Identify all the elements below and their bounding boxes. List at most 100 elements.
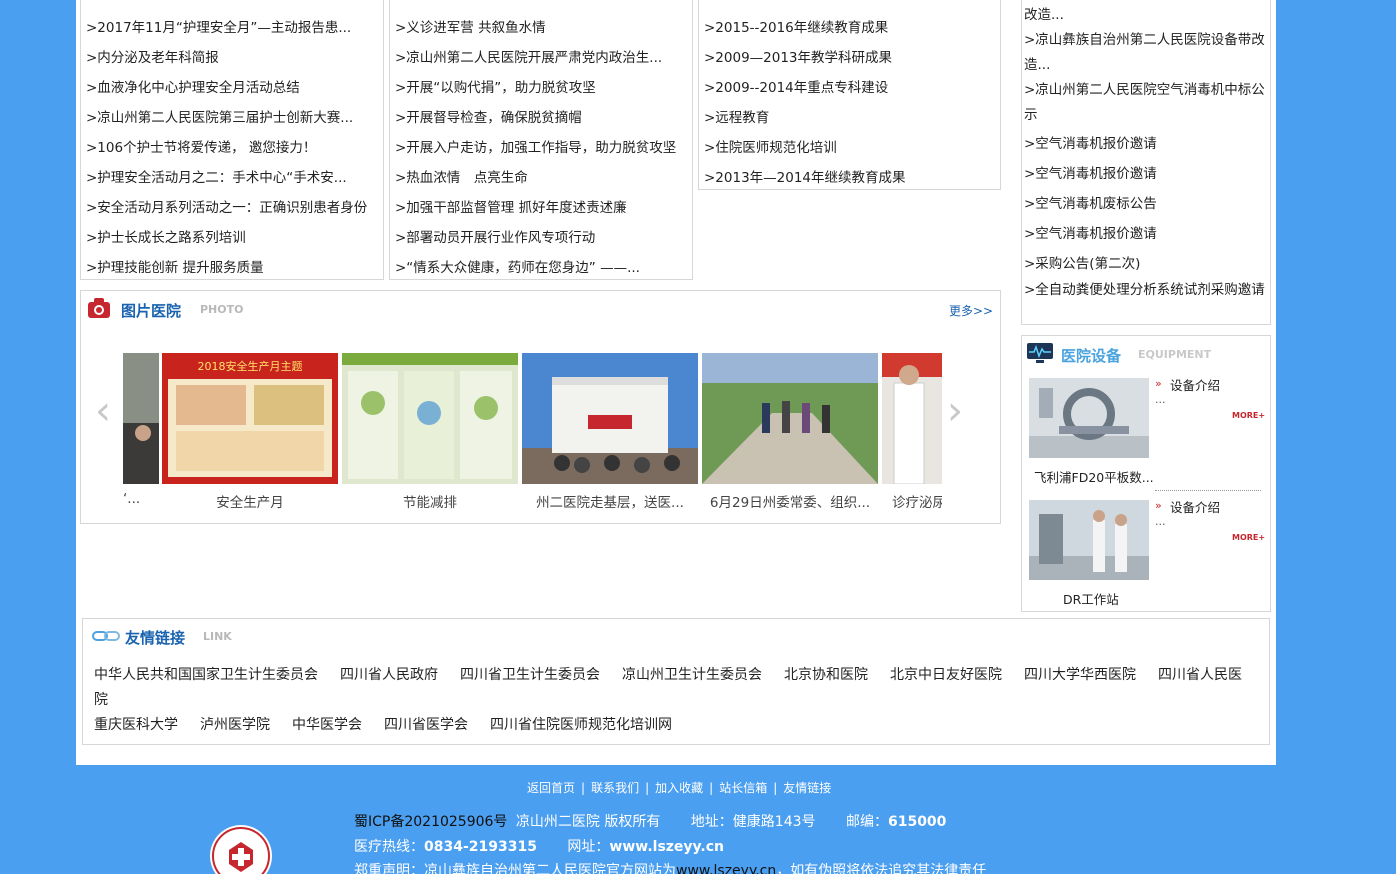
photo-thumbnail[interactable]	[342, 353, 518, 484]
photo-caption[interactable]: 6月29日州委常委、组织...	[702, 491, 878, 511]
friend-link[interactable]: 四川大学华西医院	[1024, 664, 1136, 684]
carousel-next-arrow[interactable]: ›	[947, 391, 963, 431]
list-item[interactable]: >护理安全活动月之二：手术中心“手术安...	[86, 166, 347, 186]
list-item[interactable]: >护士长成长之路系列培训	[86, 226, 246, 246]
friend-link[interactable]: 四川省医学会	[384, 714, 468, 734]
monitor-icon	[1026, 342, 1054, 368]
photo-thumbnail[interactable]	[522, 353, 698, 484]
list-item[interactable]: >2015--2016年继续教育成果	[704, 16, 888, 36]
friend-link[interactable]: 四川省卫生计生委员会	[460, 664, 600, 684]
friend-links-box: 友情链接 LINK 中华人民共和国国家卫生计生委员会 四川省人民政府 四川省卫生…	[82, 618, 1270, 745]
photo-caption[interactable]: 诊疗泌尿	[892, 491, 942, 511]
list-item[interactable]: >护理技能创新 提升服务质量	[86, 256, 264, 276]
equipment-image[interactable]	[1029, 378, 1149, 458]
footer-notice-line: 郑重声明：凉山彝族自治州第二人民医院官方网站为www.lszeyy.cn，如有伪…	[354, 860, 986, 874]
list-item[interactable]: >凉山州第二人民医院第三届护士创新大赛...	[86, 106, 353, 126]
link-chain-icon	[92, 629, 120, 647]
list-item[interactable]: >2013年—2014年继续教育成果	[704, 166, 906, 186]
footer-nav: 返回首页 | 联系我们 | 加入收藏 | 站长信箱 | 友情链接	[527, 779, 831, 796]
friend-link[interactable]: 四川省人民医	[1158, 664, 1242, 684]
list-item[interactable]: >空气消毒机报价邀请	[1024, 222, 1157, 242]
party-news-list: >义诊进军营 共叙鱼水情 >凉山州第二人民医院开展严肃党内政治生... >开展“…	[389, 0, 693, 280]
photo-thumbnail[interactable]	[702, 353, 878, 484]
photo-thumbnail[interactable]	[882, 353, 942, 484]
carousel-prev-arrow[interactable]: ‹	[95, 391, 111, 431]
list-item[interactable]: >“情系大众健康，药师在您身边” ——...	[395, 256, 640, 276]
nursing-news-list: >2017年11月“护理安全月”—主动报告患... >内分泌及老年科简报 >血液…	[80, 0, 384, 280]
footer-link-contact[interactable]: 联系我们	[591, 781, 639, 795]
list-item[interactable]: >部署动员开展行业作风专项行动	[395, 226, 595, 246]
icp-number[interactable]: 蜀ICP备2021025906号	[354, 814, 507, 830]
footer-link-home[interactable]: 返回首页	[527, 781, 575, 795]
equipment-tag[interactable]: 设备介绍	[1170, 375, 1220, 394]
equipment-caption[interactable]: DR工作站	[1063, 589, 1119, 608]
photo-caption[interactable]: 节能减排	[342, 491, 518, 511]
list-item[interactable]: >空气消毒机废标公告	[1024, 192, 1157, 212]
list-item[interactable]: >义诊进军营 共叙鱼水情	[395, 16, 546, 36]
footer-link-favorite[interactable]: 加入收藏	[655, 781, 703, 795]
friend-link[interactable]: 北京协和医院	[784, 664, 868, 684]
list-item[interactable]: >采购公告(第二次)	[1024, 252, 1140, 272]
list-item[interactable]: >远程教育	[704, 106, 769, 126]
list-item[interactable]: >开展督导检查，确保脱贫摘帽	[395, 106, 582, 126]
equipment-section-title: 医院设备	[1061, 347, 1122, 365]
equipment-ellipsis: ...	[1155, 515, 1166, 528]
list-item[interactable]: >全自动粪便处理分析系统试剂采购邀请	[1024, 278, 1266, 303]
footer-link-links[interactable]: 友情链接	[783, 781, 831, 795]
list-item[interactable]: >凉山彝族自治州第二人民医院设备带改造...	[1024, 28, 1266, 78]
page-container: >2017年11月“护理安全月”—主动报告患... >内分泌及老年科简报 >血液…	[76, 0, 1276, 765]
list-item[interactable]: >空气消毒机报价邀请	[1024, 132, 1157, 152]
double-chevron-icon: »	[1155, 377, 1162, 390]
list-item[interactable]: >血液净化中心护理安全月活动总结	[86, 76, 300, 96]
list-item[interactable]: >内分泌及老年科简报	[86, 46, 219, 66]
list-item[interactable]: >2009--2014年重点专科建设	[704, 76, 888, 96]
list-item[interactable]: >空气消毒机报价邀请	[1024, 162, 1157, 182]
notice-site-link[interactable]: www.lszeyy.cn	[676, 863, 776, 874]
site-url[interactable]: www.lszeyy.cn	[609, 839, 724, 855]
list-item[interactable]: >2009—2013年教学科研成果	[704, 46, 892, 66]
equipment-image[interactable]	[1029, 500, 1149, 580]
friend-link[interactable]: 重庆医科大学	[94, 714, 178, 734]
equipment-caption[interactable]: 飞利浦FD20平板数...	[1034, 467, 1154, 486]
footer-link-mailbox[interactable]: 站长信箱	[719, 781, 767, 795]
photo-more-link[interactable]: 更多>>	[949, 302, 993, 319]
friend-link[interactable]: 四川省住院医师规范化培训网	[490, 714, 672, 734]
equipment-tag[interactable]: 设备介绍	[1170, 497, 1220, 516]
equipment-section-subtitle: EQUIPMENT	[1138, 348, 1212, 361]
list-item[interactable]: >凉山州第二人民医院开展严肃党内政治生...	[395, 46, 662, 66]
zip-label: 邮编：	[845, 814, 888, 830]
footer-copyright-line: 蜀ICP备2021025906号 凉山州二医院 版权所有 地址：健康路143号 …	[354, 811, 946, 831]
photo-thumbnail[interactable]: 2018安全生产月主题	[162, 353, 338, 484]
hotline-label: 医疗热线：	[354, 839, 424, 855]
friend-link[interactable]: 泸州医学院	[200, 714, 270, 734]
list-item[interactable]: >开展“以购代捐”，助力脱贫攻坚	[395, 76, 596, 96]
double-chevron-icon: »	[1155, 499, 1162, 512]
list-item[interactable]: >住院医师规范化培训	[704, 136, 837, 156]
list-item[interactable]: >凉山州第二人民医院空气消毒机中标公示	[1024, 78, 1266, 128]
photo-caption[interactable]: ‘...	[123, 491, 159, 507]
address-label: 地址：	[690, 814, 733, 830]
notice-text-end: ，如有伪照将依法追究其法律责任	[776, 863, 987, 874]
friend-link[interactable]: 四川省人民政府	[340, 664, 438, 684]
list-item[interactable]: >106个护士节将爱传递， 邀您接力！	[86, 136, 316, 156]
photo-gallery-box: 图片医院 PHOTO 更多>> ‹ › 2018安全生产月主题 ‘... 安全生…	[80, 290, 1001, 524]
list-item[interactable]: >加强干部监督管理 抓好年度述责述廉	[395, 196, 627, 216]
hotline-number: 0834-2193315	[424, 839, 537, 855]
list-item[interactable]: 改造...	[1024, 3, 1064, 23]
list-item[interactable]: >开展入户走访，加强工作指导，助力脱贫攻坚	[395, 136, 676, 156]
friend-link[interactable]: 中华医学会	[292, 714, 362, 734]
list-item[interactable]: >安全活动月系列活动之一：正确识别患者身份	[86, 196, 367, 216]
list-item[interactable]: >2017年11月“护理安全月”—主动报告患...	[86, 16, 351, 36]
photo-thumbnail[interactable]	[123, 353, 159, 484]
photo-caption[interactable]: 安全生产月	[162, 491, 338, 511]
friend-link[interactable]: 凉山州卫生计生委员会	[622, 664, 762, 684]
divider: |	[709, 781, 714, 795]
equipment-more-link[interactable]: MORE+	[1232, 533, 1265, 542]
friend-link-wrap[interactable]: 院	[94, 689, 108, 709]
footer-contact-line: 医疗热线：0834-2193315 网址：www.lszeyy.cn	[354, 836, 724, 856]
friend-link[interactable]: 北京中日友好医院	[890, 664, 1002, 684]
friend-link[interactable]: 中华人民共和国国家卫生计生委员会	[94, 664, 318, 684]
equipment-more-link[interactable]: MORE+	[1232, 411, 1265, 420]
photo-caption[interactable]: 州二医院走基层，送医...	[522, 491, 698, 511]
list-item[interactable]: >热血浓情 点亮生命	[395, 166, 528, 186]
